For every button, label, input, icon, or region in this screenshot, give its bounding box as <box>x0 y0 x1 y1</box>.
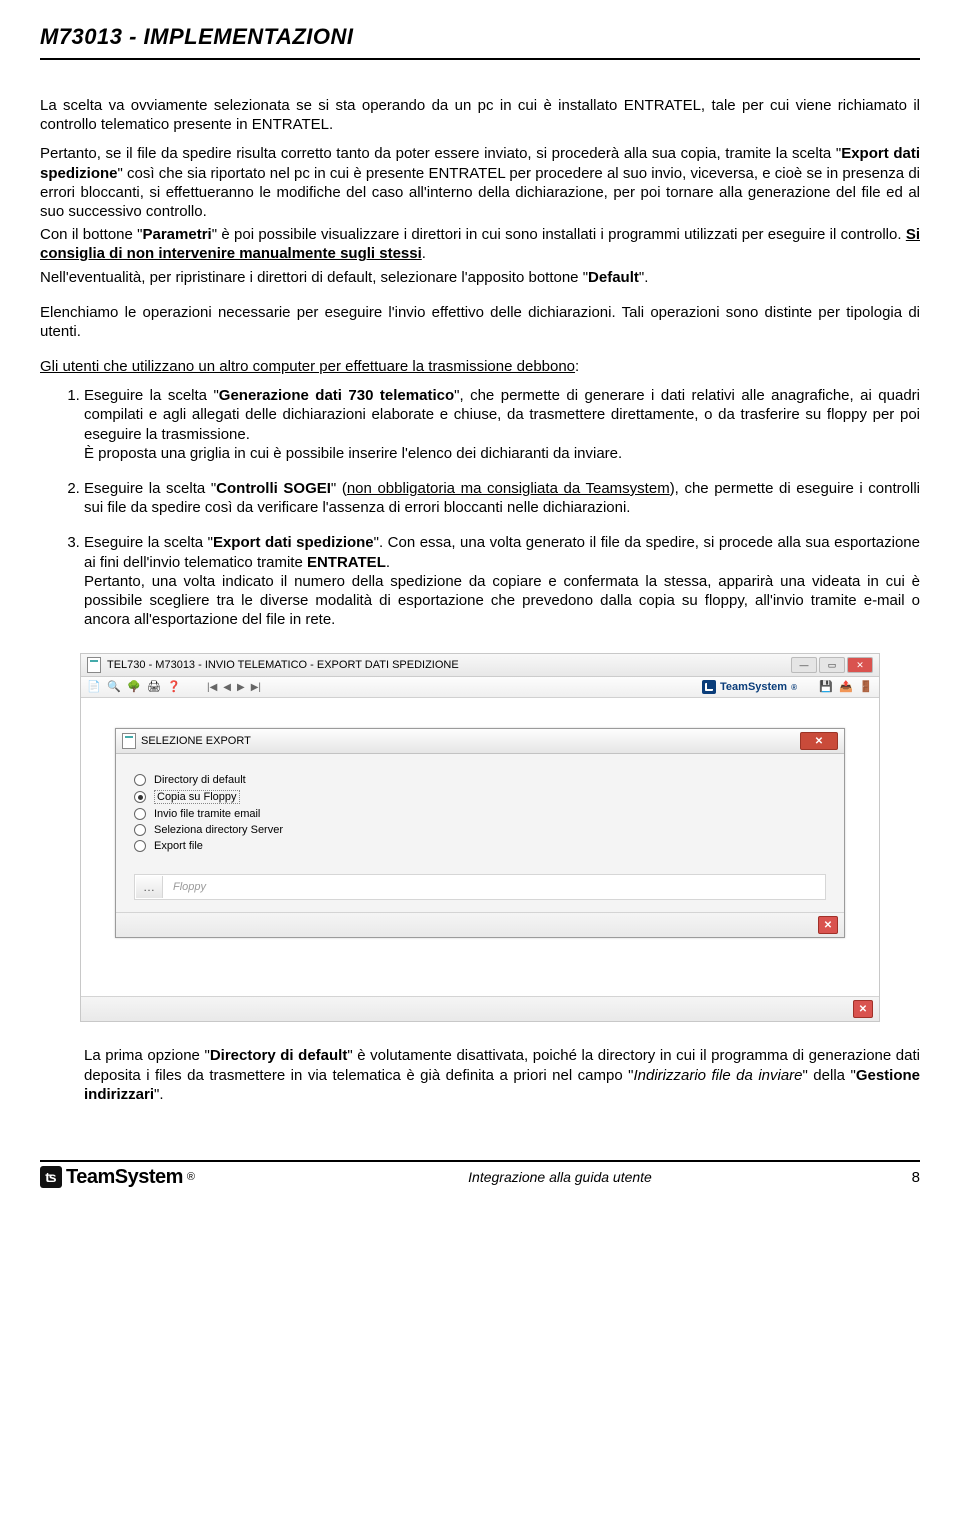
window-title: TEL730 - M73013 - INVIO TELEMATICO - EXP… <box>107 659 459 671</box>
paragraph-3: Con il bottone "Parametri" è poi possibi… <box>40 225 920 263</box>
step-3: Eseguire la scelta "Export dati spedizio… <box>84 533 920 629</box>
radio-icon <box>134 791 146 803</box>
app-statusbar: ✕ <box>81 996 879 1021</box>
export-dialog: SELEZIONE EXPORT ✕ Directory di default … <box>115 728 845 938</box>
footer-brand: ʦ TeamSystem® <box>40 1166 240 1189</box>
radio-icon <box>134 774 146 786</box>
app-toolbar: 📄 🔍 🌳 🖨 ❓ |◀ ◀ ▶ ▶| TeamSystem® 💾 📤 <box>81 677 879 698</box>
nav-last-icon[interactable]: ▶| <box>251 682 261 693</box>
toolbar-icon-search[interactable]: 🔍 <box>107 680 121 694</box>
toolbar-icon-print[interactable]: 🖨 <box>147 680 161 694</box>
window-maximize-button[interactable]: ▭ <box>819 657 845 673</box>
nav-prev-icon[interactable]: ◀ <box>223 682 231 693</box>
toolbar-icon-tree[interactable]: 🌳 <box>127 680 141 694</box>
steps-list: Eseguire la scelta "Generazione dati 730… <box>40 386 920 629</box>
radio-export-file[interactable]: Export file <box>134 840 826 852</box>
app-cancel-button[interactable]: ✕ <box>853 1000 873 1018</box>
step-1: Eseguire la scelta "Generazione dati 730… <box>84 386 920 463</box>
dialog-statusbar: ✕ <box>116 912 844 937</box>
paragraph-5: Elenchiamo le operazioni necessarie per … <box>40 303 920 341</box>
toolbar-icon-help[interactable]: ❓ <box>167 680 181 694</box>
radio-icon <box>134 824 146 836</box>
paragraph-2: Pertanto, se il file da spedire risulta … <box>40 144 920 221</box>
closing-paragraph: La prima opzione "Directory di default" … <box>84 1046 920 1104</box>
window-close-button[interactable]: ✕ <box>847 657 873 673</box>
app-icon <box>87 657 101 673</box>
dialog-cancel-button[interactable]: ✕ <box>818 916 838 934</box>
floppy-path-row: … Floppy <box>134 874 826 900</box>
radio-directory-default[interactable]: Directory di default <box>134 774 826 786</box>
radio-invio-email[interactable]: Invio file tramite email <box>134 808 826 820</box>
dialog-close-button[interactable]: ✕ <box>800 732 838 750</box>
toolbar-icon-save[interactable]: 💾 <box>819 680 833 694</box>
dialog-icon <box>122 733 136 749</box>
paragraph-1: La scelta va ovviamente selezionata se s… <box>40 96 920 134</box>
footer-logo-icon: ʦ <box>40 1166 62 1188</box>
page-footer: ʦ TeamSystem® Integrazione alla guida ut… <box>40 1160 920 1189</box>
window-minimize-button[interactable]: — <box>791 657 817 673</box>
ellipsis-icon: … <box>143 880 155 894</box>
page-number: 8 <box>880 1169 920 1186</box>
toolbar-icon-menu[interactable]: 📄 <box>87 680 101 694</box>
radio-copia-floppy[interactable]: Copia su Floppy <box>134 790 826 804</box>
toolbar-icon-export[interactable]: 📤 <box>839 680 853 694</box>
radio-seleziona-server[interactable]: Seleziona directory Server <box>134 824 826 836</box>
paragraph-6: Gli utenti che utilizzano un altro compu… <box>40 357 920 376</box>
brand-label: TeamSystem® <box>702 680 797 694</box>
paragraph-4: Nell'eventualità, per ripristinare i dir… <box>40 268 920 287</box>
embedded-screenshot: TEL730 - M73013 - INVIO TELEMATICO - EXP… <box>80 653 880 1022</box>
dialog-title: SELEZIONE EXPORT <box>141 735 251 747</box>
document-header: M73013 - IMPLEMENTAZIONI <box>40 24 920 60</box>
step-2: Eseguire la scelta "Controlli SOGEI" (no… <box>84 479 920 517</box>
toolbar-icon-exit[interactable]: 🚪 <box>859 680 873 694</box>
dialog-titlebar: SELEZIONE EXPORT ✕ <box>116 729 844 754</box>
brand-logo-icon <box>702 680 716 694</box>
floppy-label: Floppy <box>169 881 210 893</box>
nav-next-icon[interactable]: ▶ <box>237 682 245 693</box>
nav-first-icon[interactable]: |◀ <box>207 682 217 693</box>
footer-title: Integrazione alla guida utente <box>240 1169 880 1185</box>
radio-icon <box>134 840 146 852</box>
doc-title: M73013 - IMPLEMENTAZIONI <box>40 24 354 49</box>
browse-button[interactable]: … <box>136 876 163 898</box>
window-titlebar: TEL730 - M73013 - INVIO TELEMATICO - EXP… <box>81 654 879 677</box>
radio-icon <box>134 808 146 820</box>
